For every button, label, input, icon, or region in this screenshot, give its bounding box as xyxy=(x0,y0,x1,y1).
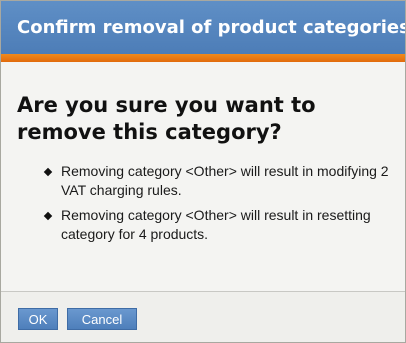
dialog-titlebar: Confirm removal of product categories xyxy=(1,1,405,54)
bullet-icon xyxy=(43,167,53,177)
consequence-list: Removing category <Other> will result in… xyxy=(17,162,393,244)
consequence-text: Removing category <Other> will result in… xyxy=(61,163,389,198)
dialog-footer: OK Cancel xyxy=(1,291,405,342)
list-item: Removing category <Other> will result in… xyxy=(43,162,393,200)
cancel-button[interactable]: Cancel xyxy=(67,308,137,330)
dialog-title: Confirm removal of product categories xyxy=(17,17,406,38)
dialog-content: Are you sure you want to remove this cat… xyxy=(1,62,405,244)
confirm-dialog: Confirm removal of product categories Ar… xyxy=(0,0,406,343)
accent-bar xyxy=(1,54,405,62)
bullet-icon xyxy=(43,211,53,221)
consequence-text: Removing category <Other> will result in… xyxy=(61,207,371,242)
list-item: Removing category <Other> will result in… xyxy=(43,206,393,244)
confirm-heading: Are you sure you want to remove this cat… xyxy=(17,93,316,144)
ok-button[interactable]: OK xyxy=(18,308,58,330)
